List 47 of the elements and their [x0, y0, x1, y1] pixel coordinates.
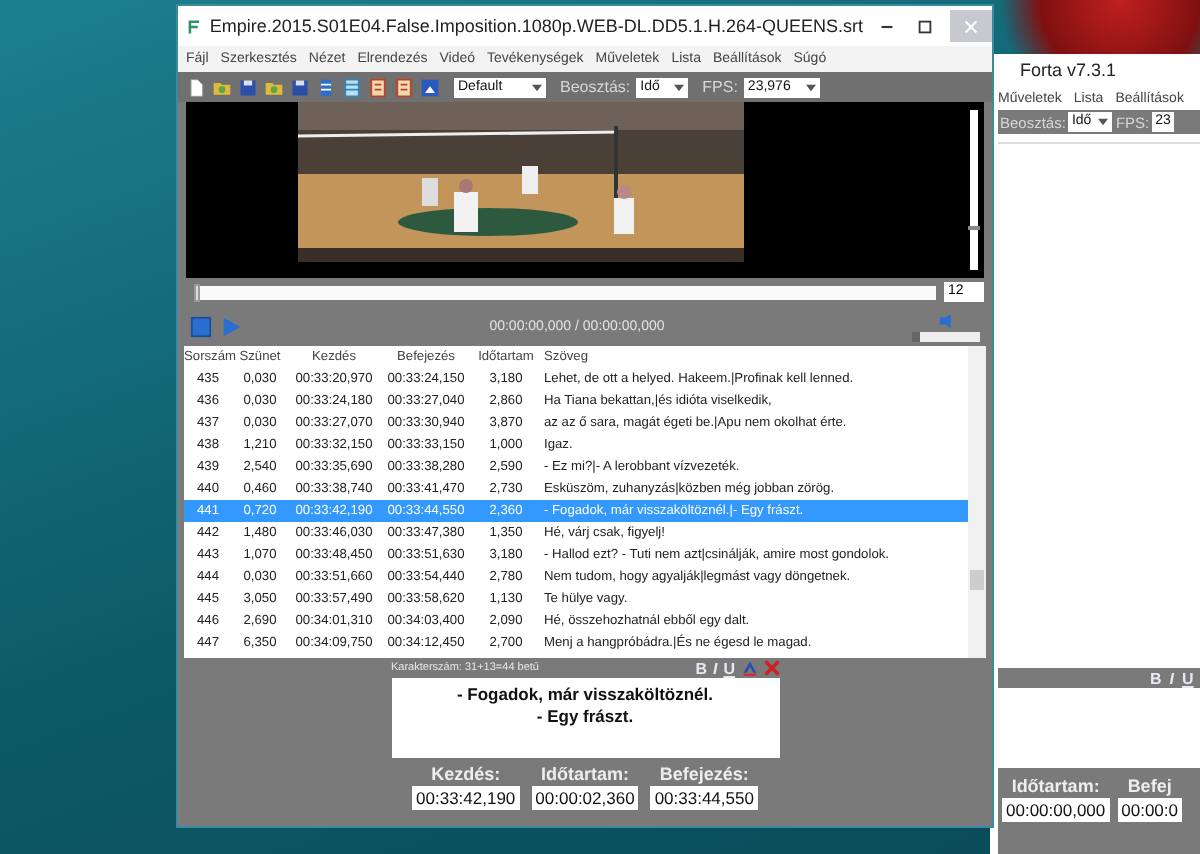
format-button[interactable]: I	[1169, 669, 1175, 687]
window-title: Forta v7.3.1	[1020, 60, 1117, 80]
time-field[interactable]: 00:00:0	[1117, 798, 1183, 822]
folder-icon[interactable]	[264, 77, 284, 97]
time-label: Kezdés:	[431, 764, 501, 784]
seek-slider[interactable]	[194, 285, 936, 299]
side-slider[interactable]	[970, 110, 978, 270]
stop-icon[interactable]	[190, 315, 212, 337]
maximize-icon	[916, 17, 935, 35]
close-icon	[961, 17, 980, 35]
format-button[interactable]: B	[1150, 669, 1162, 687]
floppy-icon[interactable]	[290, 77, 310, 97]
subtitle-text-field[interactable]: - Fogadok, már visszaköltöznél. - Egy frászt.	[391, 678, 779, 758]
column-icon[interactable]	[316, 77, 336, 97]
caret-icon	[532, 83, 542, 91]
format-button[interactable]: U	[1182, 669, 1194, 687]
folder-icon[interactable]	[212, 77, 232, 97]
time-field[interactable]: 00:00:02,360	[531, 786, 639, 810]
split-label: Beosztás:	[560, 78, 631, 96]
list-icon[interactable]	[394, 77, 414, 97]
document-icon[interactable]	[186, 77, 206, 97]
format-button[interactable]: B	[695, 659, 707, 677]
time-label: Időtartam:	[540, 764, 629, 784]
app-icon	[186, 15, 202, 37]
list-icon[interactable]	[368, 77, 388, 97]
time-field[interactable]: 00:33:42,190	[412, 786, 520, 810]
caret-icon	[674, 83, 685, 91]
text-color-icon[interactable]	[741, 660, 757, 676]
subtitle-line: - Fogadok, már visszaköltöznél.	[456, 684, 713, 706]
format-button[interactable]: U	[723, 659, 735, 677]
floppy-icon[interactable]	[238, 77, 258, 97]
subtitle-line: - Egy frászt.	[536, 706, 634, 728]
scrollbar[interactable]	[968, 346, 986, 658]
time-field[interactable]: 00:00:00,000	[1002, 798, 1110, 822]
window-title: Empire.2015.S01E04.False.Imposition.1080p.WEB-DL.DD5.1.H.264-QUEENS.srt	[209, 16, 863, 36]
time-field[interactable]: 00:33:44,550	[650, 786, 758, 810]
caret-icon	[805, 83, 816, 91]
picture-icon[interactable]	[420, 77, 440, 97]
fps-label: FPS:	[702, 78, 738, 96]
caret-icon	[1097, 118, 1108, 126]
format-button[interactable]: I	[712, 659, 718, 677]
time-label: Időtartam:	[1011, 776, 1100, 796]
close-button[interactable]	[949, 10, 993, 42]
grid-icon[interactable]	[342, 77, 362, 97]
time-label: Befej	[1127, 776, 1172, 796]
volume-slider[interactable]	[912, 331, 980, 341]
time-label: Befejezés:	[659, 764, 749, 784]
